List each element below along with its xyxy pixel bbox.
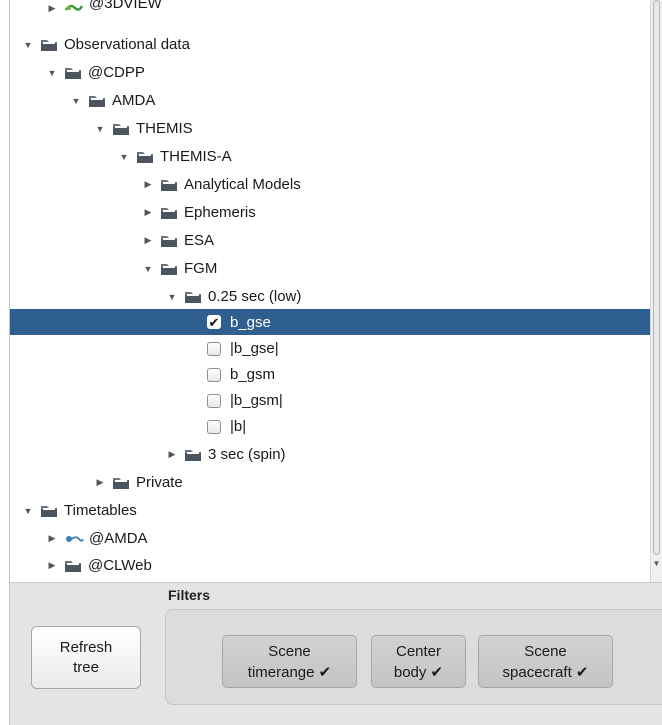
collapse-arrow-icon[interactable]: ▼ [94,123,106,135]
tree-node-label: @3DVIEW [89,0,162,12]
refresh-button-label-line1: Refresh [59,638,113,656]
scene-timerange-toggle[interactable]: Scene timerange ✔ [222,635,357,688]
tree-node-amda-service[interactable]: ▶ @AMDA [10,526,650,551]
tree-node-label: Ephemeris [184,204,256,221]
collapse-arrow-icon[interactable]: ▼ [22,39,34,51]
collapse-arrow-icon[interactable]: ▼ [22,505,34,517]
collapse-arrow-icon[interactable]: ▼ [70,95,82,107]
expand-arrow-icon[interactable]: ▶ [166,449,178,461]
tree-node-label: THEMIS [136,120,193,137]
tree-node-amda[interactable]: ▼ AMDA [10,88,650,113]
center-body-label-line1: Center [395,642,442,660]
scene-spacecraft-label-line1: Scene [524,642,567,660]
folder-icon [161,236,177,247]
collapse-arrow-icon[interactable]: ▼ [118,151,130,163]
scroll-down-arrow-icon[interactable]: ▼ [651,556,662,570]
tree-node-label: Analytical Models [184,176,301,193]
tree-node-themis-a[interactable]: ▼ THEMIS-A [10,144,650,169]
tree-node-3-sec[interactable]: ▶ 3 sec (spin) [10,442,650,467]
folder-icon [161,180,177,191]
tree-node-label: 0.25 sec (low) [208,288,302,305]
parameter-checkbox[interactable] [207,393,221,408]
tree-node-themis[interactable]: ▼ THEMIS [10,116,650,141]
tree-leaf-label: b_gse [230,313,271,331]
tree-leaf-label: |b| [230,418,247,435]
expand-arrow-icon[interactable]: ▶ [46,533,58,545]
tree-leaf-b-gse-magnitude[interactable]: |b_gse| [10,336,650,361]
filters-title: Filters [168,587,211,603]
tree-leaf-b-magnitude[interactable]: |b| [10,414,650,439]
tree-node-esa[interactable]: ▶ ESA [10,228,650,253]
expand-arrow-icon[interactable]: ▶ [94,477,106,489]
tree-node-label: Timetables [64,502,137,519]
parameter-checkbox[interactable] [207,419,221,434]
folder-icon [41,506,57,517]
folder-icon [113,124,129,135]
tree-node-observational-data[interactable]: ▼ Observational data [10,32,650,57]
expand-arrow-icon[interactable]: ▶ [142,235,154,247]
tree-node-label: AMDA [112,92,156,109]
tree-node-analytical-models[interactable]: ▶ Analytical Models [10,172,650,197]
tree-node-label: Observational data [64,36,190,53]
tree-node-cdpp[interactable]: ▼ @CDPP [10,60,650,85]
parameter-checkbox[interactable] [207,341,221,356]
tree-scrollbar[interactable]: ▼ [650,0,662,582]
scrollbar-thumb[interactable] [653,0,660,555]
expand-arrow-icon[interactable]: ▶ [142,179,154,191]
expand-arrow-icon[interactable]: ▶ [46,560,58,572]
tree-node-label: THEMIS-A [160,148,232,165]
tree-node-0-25-sec[interactable]: ▼ 0.25 sec (low) [10,284,650,309]
service-icon [66,535,84,542]
tree-leaf-b-gsm-magnitude[interactable]: |b_gsm| [10,388,650,413]
scene-spacecraft-label-line2: spacecraft ✔ [502,663,589,681]
collapse-arrow-icon[interactable]: ▼ [166,291,178,303]
tree-leaf-label: b_gsm [230,366,276,383]
refresh-tree-button[interactable]: Refresh tree [31,626,141,689]
scene-timerange-label-line1: Scene [268,642,311,660]
tree-node-fgm[interactable]: ▼ FGM [10,256,650,281]
resource-tree[interactable]: ▶ @3DVIEW ▼ Observational data ▼ @CDPP ▼… [10,0,650,582]
tree-node-label: FGM [184,260,218,277]
tree-node-private[interactable]: ▶ Private [10,470,650,495]
collapse-arrow-icon[interactable]: ▼ [46,67,58,79]
tree-node-label: @CDPP [88,64,145,81]
refresh-button-label-line2: tree [73,658,99,676]
parameter-checkbox[interactable]: ✔ [207,315,221,329]
center-body-toggle[interactable]: Center body ✔ [371,635,466,688]
parameter-checkbox[interactable] [207,367,221,382]
tree-leaf-b-gse[interactable]: ✔ b_gse [10,309,650,335]
tree-node-timetables[interactable]: ▼ Timetables [10,498,650,523]
folder-icon [65,68,81,79]
folder-icon [185,292,201,303]
folder-icon [65,561,81,572]
tree-node-3dview[interactable]: ▶ @3DVIEW [10,0,650,16]
expand-arrow-icon[interactable]: ▶ [142,207,154,219]
center-body-label-line2: body ✔ [393,663,444,681]
tree-node-clweb[interactable]: ▶ @CLWeb [10,553,650,578]
folder-icon [89,96,105,107]
scene-timerange-label-line2: timerange ✔ [247,663,332,681]
folder-icon [185,450,201,461]
folder-icon [161,208,177,219]
tree-leaf-b-gsm[interactable]: b_gsm [10,362,650,387]
tree-leaf-label: |b_gsm| [230,392,283,409]
window-left-edge [0,0,10,725]
tree-node-label: 3 sec (spin) [208,446,286,463]
tree-node-ephemeris[interactable]: ▶ Ephemeris [10,200,650,225]
folder-icon [161,264,177,275]
folder-icon [113,478,129,489]
service-icon [64,4,84,11]
tree-node-label: Private [136,474,183,491]
scene-spacecraft-toggle[interactable]: Scene spacecraft ✔ [478,635,613,688]
folder-icon [137,152,153,163]
tree-node-label: ESA [184,232,215,249]
tree-leaf-label: |b_gse| [230,340,279,357]
tree-node-label: @CLWeb [88,557,152,574]
expand-arrow-icon[interactable]: ▶ [46,2,58,14]
tree-node-label: @AMDA [89,530,148,547]
collapse-arrow-icon[interactable]: ▼ [142,263,154,275]
folder-icon [41,40,57,51]
